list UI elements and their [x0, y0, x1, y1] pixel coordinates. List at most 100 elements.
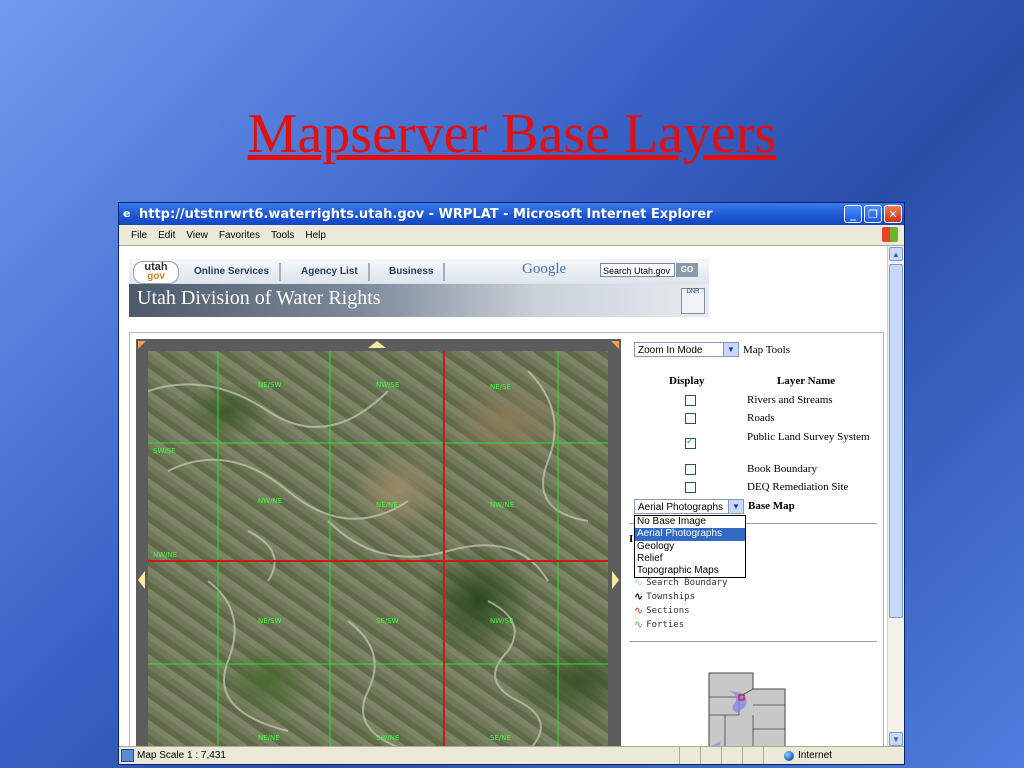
corner-marker: [611, 341, 619, 349]
status-text: Map Scale 1 : 7,431: [137, 750, 226, 761]
page-viewport: utah gov Online Services Agency List Bus…: [119, 246, 888, 749]
window-title: http://utstnrwrt6.waterrights.utah.gov -…: [139, 206, 713, 222]
chevron-down-icon[interactable]: ▼: [728, 500, 743, 513]
banner-title: Utah Division of Water Rights: [137, 287, 381, 309]
dropdown-option[interactable]: Topographic Maps: [635, 565, 745, 577]
base-map-select[interactable]: Aerial Photographs ▼: [634, 499, 744, 514]
nav-agency-list[interactable]: Agency List: [291, 263, 370, 281]
menu-file[interactable]: File: [131, 230, 147, 241]
layer-name: Roads: [747, 412, 775, 424]
layer-panel: Zoom In Mode ▼ Map Tools Display Layer N…: [629, 333, 883, 749]
status-bar: Map Scale 1 : 7,431 Internet: [119, 746, 904, 764]
ie-icon: e: [123, 207, 131, 220]
layer-checkbox[interactable]: [685, 436, 696, 449]
nav-business[interactable]: Business: [379, 263, 446, 281]
line-swatch-icon: ∿: [634, 590, 644, 603]
map-label: SE/NE: [490, 734, 511, 742]
utah-gov-logo[interactable]: utah gov: [133, 261, 179, 284]
map-tools-label: Map Tools: [743, 344, 791, 356]
menu-help[interactable]: Help: [305, 230, 326, 241]
go-button[interactable]: GO: [676, 263, 698, 277]
windows-flag-icon: [882, 227, 898, 242]
dropdown-option-selected[interactable]: Aerial Photographs: [635, 528, 745, 541]
menu-view[interactable]: View: [186, 230, 208, 241]
layer-name: DEQ Remediation Site: [747, 481, 849, 493]
close-button[interactable]: ✕: [884, 205, 902, 223]
menu-edit[interactable]: Edit: [158, 230, 175, 241]
scroll-thumb[interactable]: [889, 264, 903, 618]
map-label: SE/SW: [376, 617, 399, 625]
globe-icon: [784, 750, 794, 761]
map-label: SW/SE: [153, 447, 176, 455]
pan-north-arrow-icon[interactable]: [368, 341, 386, 348]
nav-online-services[interactable]: Online Services: [184, 263, 282, 281]
map-label: SW/NE: [376, 734, 400, 742]
pan-east-arrow-icon[interactable]: [612, 571, 619, 589]
search-input[interactable]: Search Utah.gov: [600, 263, 675, 277]
window-titlebar[interactable]: e http://utstnrwrt6.waterrights.utah.gov…: [119, 203, 904, 225]
status-pane: [679, 747, 700, 764]
layer-checkbox[interactable]: [685, 413, 696, 424]
map-label: NW/NE: [490, 501, 515, 509]
aerial-photo-map[interactable]: NE/SW NW/SE NE/SE NW/NE NE/NE NW/NE NE/S…: [148, 351, 608, 749]
scroll-down-icon[interactable]: ▼: [889, 732, 903, 746]
google-logo: Google: [522, 261, 567, 277]
legend-heading: I: [629, 533, 634, 545]
security-zone: Internet: [763, 747, 904, 764]
menu-bar: File Edit View Favorites Tools Help: [119, 225, 904, 246]
legend-forties: ∿ Forties: [634, 618, 685, 631]
map-label: NW/NE: [258, 497, 283, 505]
scroll-up-icon[interactable]: ▲: [889, 247, 903, 261]
divider: [629, 641, 877, 642]
status-pane: [700, 747, 721, 764]
browser-window: e http://utstnrwrt6.waterrights.utah.gov…: [118, 202, 905, 765]
dnr-logo: DNR: [681, 288, 705, 314]
dropdown-option[interactable]: No Base Image: [635, 516, 745, 528]
map-frame: NE/SW NW/SE NE/SE NW/NE NE/NE NW/NE NE/S…: [136, 339, 621, 749]
layer-name: Book Boundary: [747, 463, 817, 475]
legend-townships: ∿ Townships: [634, 590, 695, 603]
map-overlay: [148, 351, 608, 749]
logo-gov-text: gov: [147, 271, 165, 282]
base-map-dropdown-list: No Base Image Aerial Photographs Geology…: [634, 515, 746, 579]
base-map-label: Base Map: [748, 500, 795, 512]
utah-nav-bar: utah gov Online Services Agency List Bus…: [129, 259, 709, 285]
status-pane: [721, 747, 742, 764]
utah-header: utah gov Online Services Agency List Bus…: [129, 259, 709, 317]
layer-name: Rivers and Streams: [747, 394, 833, 406]
agency-banner: Utah Division of Water Rights DNR: [129, 284, 709, 317]
map-label: NW/SE: [490, 617, 514, 625]
layer-name-header: Layer Name: [777, 375, 836, 387]
layer-checkbox[interactable]: [685, 464, 696, 475]
map-label: NW/NE: [153, 551, 178, 559]
line-swatch-icon: ∿: [634, 618, 644, 631]
legend-sections: ∿ Sections: [634, 604, 690, 617]
map-label: NE/SW: [258, 381, 282, 389]
mode-select[interactable]: Zoom In Mode ▼: [634, 342, 739, 357]
line-swatch-icon: ∿: [634, 604, 644, 617]
map-label: NE/SW: [258, 617, 282, 625]
utah-overview-map[interactable]: [699, 669, 819, 749]
dropdown-option[interactable]: Relief: [635, 553, 745, 565]
minimize-button[interactable]: _: [844, 205, 862, 223]
menu-tools[interactable]: Tools: [271, 230, 294, 241]
map-label: NE/NE: [376, 501, 398, 509]
pan-west-arrow-icon[interactable]: [138, 571, 145, 589]
menu-favorites[interactable]: Favorites: [219, 230, 260, 241]
page-icon: [121, 749, 134, 762]
vertical-scrollbar[interactable]: ▲ ▼: [887, 246, 904, 749]
layer-checkbox[interactable]: [685, 482, 696, 493]
status-pane: [742, 747, 763, 764]
layer-name: Public Land Survey System: [747, 431, 870, 443]
map-label: NW/SE: [376, 381, 400, 389]
maximize-button[interactable]: ❐: [864, 205, 882, 223]
dropdown-option[interactable]: Geology: [635, 541, 745, 553]
slide-title: Mapserver Base Layers: [247, 103, 777, 165]
display-header: Display: [669, 375, 705, 387]
map-label: NE/SE: [490, 383, 511, 391]
zone-label: Internet: [798, 750, 832, 761]
layer-checkbox[interactable]: [685, 395, 696, 406]
map-label: NE/NE: [258, 734, 280, 742]
chevron-down-icon[interactable]: ▼: [723, 343, 738, 356]
map-application: NE/SW NW/SE NE/SE NW/NE NE/NE NW/NE NE/S…: [129, 332, 884, 749]
